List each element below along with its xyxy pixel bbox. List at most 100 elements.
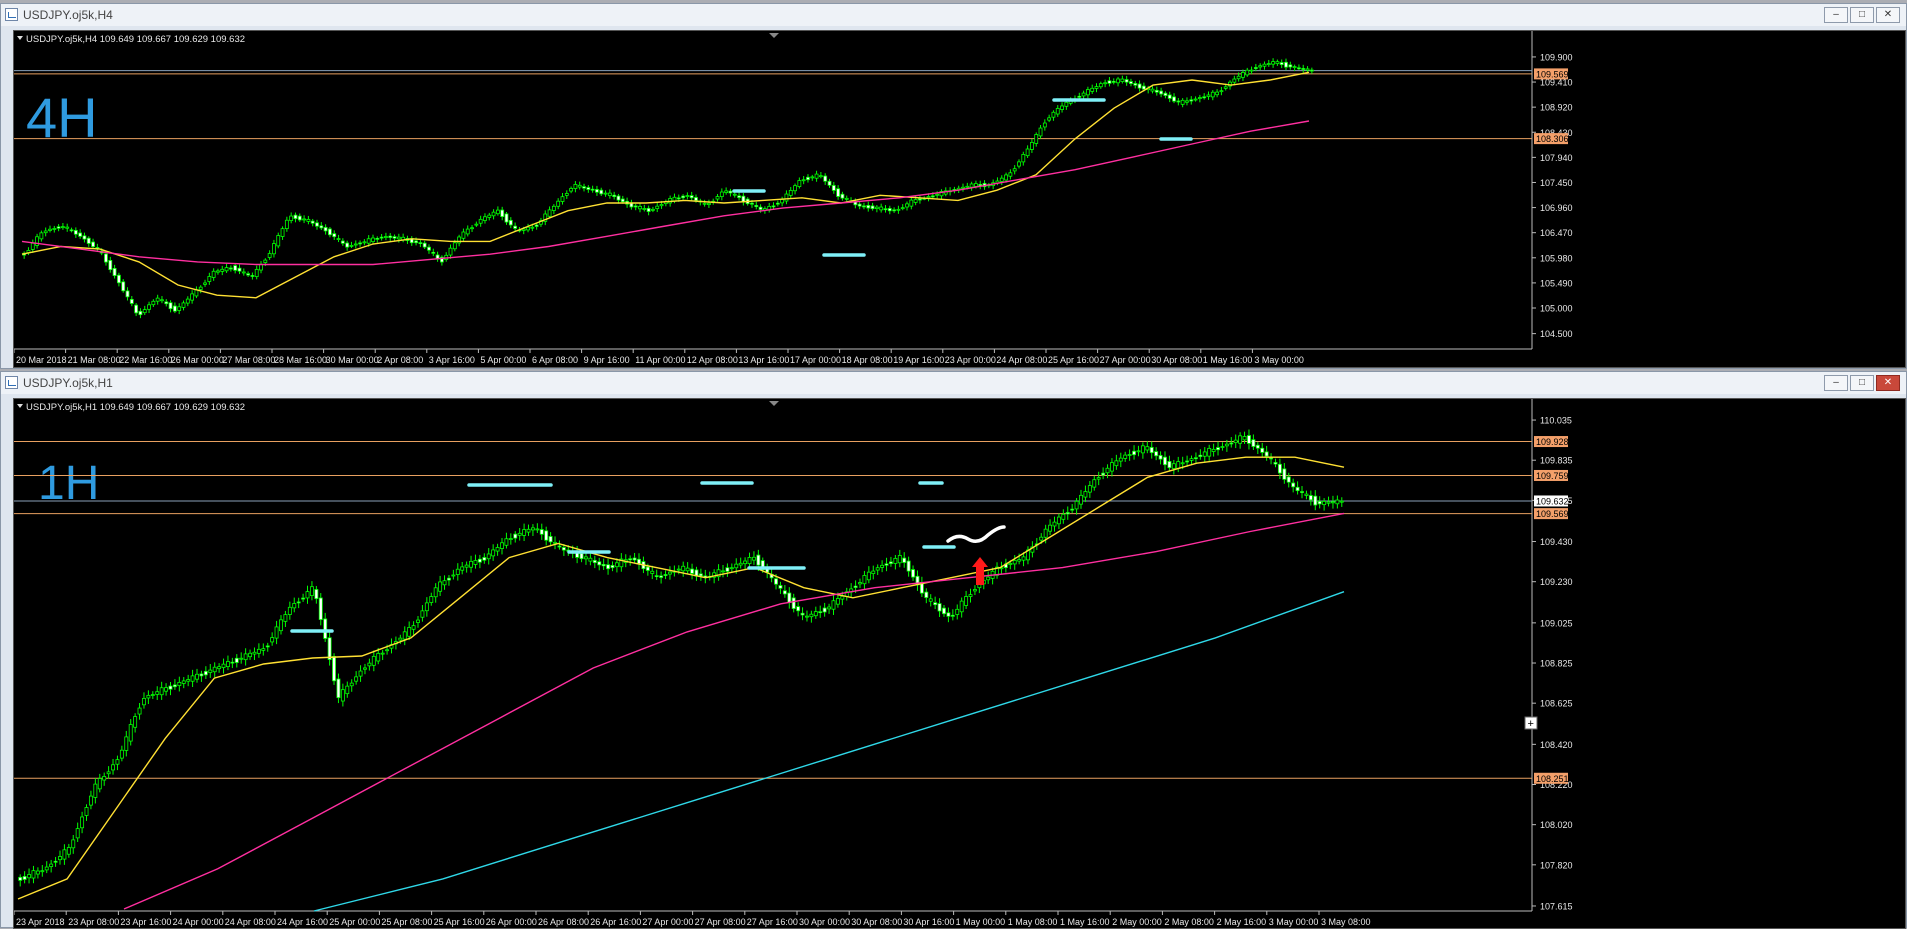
candle-body xyxy=(681,195,685,199)
price-level-label: 108.306 xyxy=(1536,134,1569,144)
candle-body xyxy=(1118,457,1123,462)
candle-body xyxy=(1273,462,1278,465)
y-tick-label: 108.020 xyxy=(1540,820,1573,830)
candle-body xyxy=(659,204,664,207)
candle-body xyxy=(272,243,276,255)
candle-body xyxy=(1216,447,1220,451)
x-tick-label: 30 Apr 08:00 xyxy=(851,917,902,927)
candle-body xyxy=(1326,501,1331,504)
candle-body xyxy=(1223,86,1228,89)
chart-area-h1[interactable]: USDJPY.oj5k,H1 109.649 109.667 109.629 1… xyxy=(13,398,1906,929)
candle-body xyxy=(1043,528,1048,538)
y-tick-label: 107.615 xyxy=(1540,901,1573,911)
candle-body xyxy=(918,198,922,201)
candle-body xyxy=(71,839,76,849)
candle-body xyxy=(276,235,281,247)
candle-body xyxy=(469,560,473,568)
candle-body xyxy=(806,176,810,181)
x-tick-label: 18 Apr 08:00 xyxy=(842,355,893,365)
candle-body xyxy=(974,183,978,187)
candle-body xyxy=(237,267,242,272)
candle-body xyxy=(474,223,479,226)
x-tick-label: 30 Apr 00:00 xyxy=(799,917,850,927)
candle-body xyxy=(633,205,638,208)
candle-body xyxy=(1017,559,1022,562)
candle-body xyxy=(508,219,513,226)
candle-body xyxy=(336,238,341,240)
candle-body xyxy=(1074,500,1079,510)
candle-body xyxy=(616,195,621,201)
candle-body xyxy=(22,876,27,880)
candle-body xyxy=(1185,100,1189,103)
candle-body xyxy=(414,240,418,244)
candle-body xyxy=(424,602,429,612)
chart-header: USDJPY.oj5k,H4 109.649 109.667 109.629 1… xyxy=(26,34,245,45)
candle-body xyxy=(124,736,129,751)
window-titlebar-h4[interactable]: USDJPY.oj5k,H4 – □ ✕ xyxy=(1,4,1906,26)
y-tick-label: 108.825 xyxy=(1540,659,1573,669)
candle-body xyxy=(796,606,801,612)
candle-body xyxy=(82,235,87,240)
candle-body xyxy=(1176,461,1181,469)
candle-body xyxy=(221,663,226,668)
candle-body xyxy=(121,281,126,292)
candle-body xyxy=(650,570,655,574)
candle-body xyxy=(628,558,633,561)
candle-body xyxy=(1132,450,1136,456)
x-tick-label: 30 Mar 00:00 xyxy=(326,355,379,365)
x-tick-label: 12 Apr 08:00 xyxy=(687,355,738,365)
candle-body xyxy=(732,193,737,196)
candle-body xyxy=(1297,67,1301,70)
close-button[interactable]: ✕ xyxy=(1876,375,1900,391)
candle-body xyxy=(1251,439,1256,447)
candle-body xyxy=(220,268,225,272)
candle-body xyxy=(548,536,553,543)
close-button[interactable]: ✕ xyxy=(1876,7,1900,23)
y-tick-label: 107.450 xyxy=(1540,178,1573,188)
chart-area-h4[interactable]: USDJPY.oj5k,H4 109.649 109.667 109.629 1… xyxy=(13,30,1906,368)
candle-body xyxy=(913,199,918,203)
candle-body xyxy=(53,860,58,863)
candle-body xyxy=(310,220,315,224)
candle-body xyxy=(398,637,403,641)
candle-body xyxy=(371,655,376,666)
candle-body xyxy=(955,608,960,615)
candle-body xyxy=(1167,461,1172,469)
candle-body xyxy=(433,587,438,598)
candle-body xyxy=(577,184,582,188)
candle-body xyxy=(315,222,319,227)
candle-body xyxy=(1220,446,1225,448)
candle-body xyxy=(195,673,199,680)
candle-body xyxy=(504,213,509,223)
candle-body xyxy=(875,567,880,571)
candle-body xyxy=(190,293,195,301)
candle-body xyxy=(1096,477,1101,480)
moving-average-line xyxy=(123,512,1345,910)
minimize-button[interactable]: – xyxy=(1824,375,1848,391)
minimize-button[interactable]: – xyxy=(1824,7,1848,23)
candle-body xyxy=(349,682,354,687)
candle-body xyxy=(318,597,323,620)
candle-body xyxy=(239,657,244,660)
maximize-button[interactable]: □ xyxy=(1850,7,1874,23)
candle-body xyxy=(56,226,61,229)
x-tick-label: 24 Apr 16:00 xyxy=(277,917,328,927)
x-tick-label: 19 Apr 16:00 xyxy=(893,355,944,365)
candle-body xyxy=(44,866,49,871)
window-titlebar-h1[interactable]: USDJPY.oj5k,H1 – □ ✕ xyxy=(1,372,1906,394)
candle-body xyxy=(111,764,115,771)
window-title: USDJPY.oj5k,H4 xyxy=(23,8,113,22)
candle-body xyxy=(646,207,651,212)
candle-body xyxy=(367,662,372,667)
candle-body xyxy=(1215,91,1220,96)
candle-body xyxy=(332,233,337,238)
candle-body xyxy=(106,771,111,775)
candle-body xyxy=(1288,64,1293,68)
candle-body xyxy=(447,577,451,581)
window-title: USDJPY.oj5k,H1 xyxy=(23,376,113,390)
maximize-button[interactable]: □ xyxy=(1850,375,1874,391)
x-tick-label: 1 May 00:00 xyxy=(956,917,1006,927)
candle-body xyxy=(293,214,298,220)
candle-body xyxy=(508,538,513,540)
candle-body xyxy=(314,589,319,600)
